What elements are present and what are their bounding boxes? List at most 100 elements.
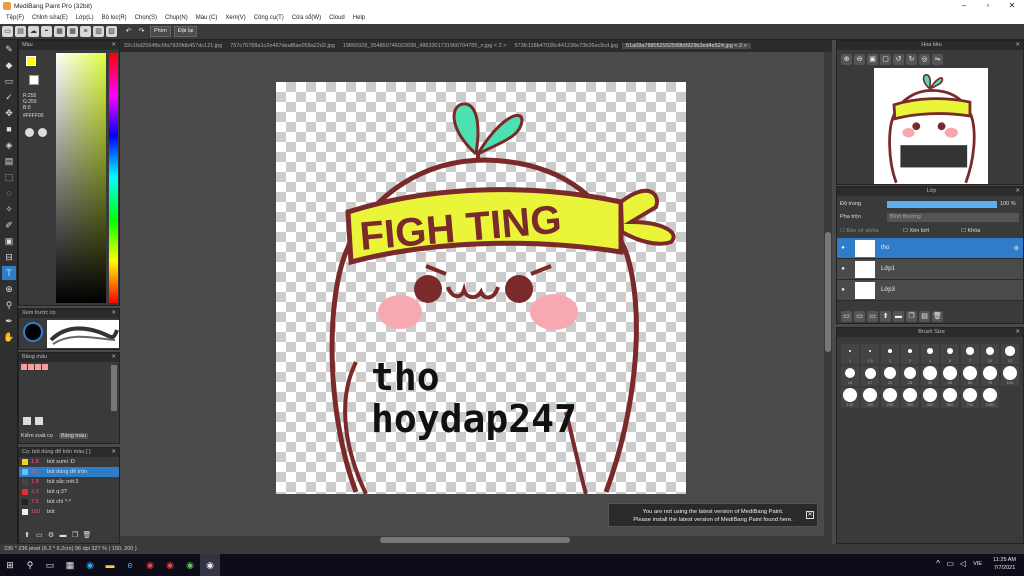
update-notice[interactable]: You are not using the latest version of …	[608, 503, 818, 527]
lasso-tool-icon[interactable]: ◌	[2, 186, 16, 200]
snap-off-button[interactable]: Đặt lại	[173, 26, 198, 37]
gradient-tool-icon[interactable]: ▤	[2, 154, 16, 168]
bg-color-swatch[interactable]	[29, 75, 39, 85]
brush-size-option[interactable]: 12	[1001, 344, 1019, 364]
undo-icon[interactable]: ↶	[123, 26, 134, 37]
new-layer3-icon[interactable]: ▭	[867, 311, 878, 322]
layer-row[interactable]: ● Lớp3	[837, 280, 1023, 301]
panel-icon[interactable]: ▥	[93, 26, 104, 37]
color-mode2-icon[interactable]	[38, 128, 47, 137]
hand-tool-icon[interactable]: ✋	[2, 330, 16, 344]
scroll-thumb[interactable]	[825, 232, 831, 352]
drawing-canvas[interactable]: FIGH TING tho hoydap247	[276, 82, 686, 494]
brush-size-option[interactable]: 50	[961, 366, 979, 386]
ie-icon[interactable]: e	[120, 554, 140, 576]
brush-item[interactable]: 3.3 bút q:3?	[19, 487, 119, 497]
palette-add-icon[interactable]	[23, 417, 31, 425]
brush-size-option[interactable]: 500	[941, 388, 959, 408]
opacity-slider[interactable]	[887, 201, 997, 208]
protect-alpha-checkbox[interactable]: ☐ Bảo vệ alpha	[840, 228, 879, 234]
canvas-horizontal-scrollbar[interactable]	[120, 536, 824, 544]
eraser-tool-icon[interactable]: ◆	[2, 58, 16, 72]
document-tab[interactable]: 22c16d2594fbc6fa7930fdb457dc121.jpg	[120, 43, 226, 49]
menu-item[interactable]: Lớp(L)	[76, 15, 94, 21]
fit-icon[interactable]: ▣	[867, 54, 878, 65]
eyedropper-icon[interactable]: ⚲	[2, 298, 16, 312]
cloud-icon[interactable]: ☁	[28, 26, 39, 37]
close-button[interactable]: ✕	[1000, 0, 1024, 12]
palette-delete-icon[interactable]	[35, 417, 43, 425]
menu-item[interactable]: Tệp(F)	[6, 15, 24, 21]
redo-icon[interactable]: ↷	[136, 26, 147, 37]
new-layer2-icon[interactable]: ▭	[854, 311, 865, 322]
menu-item[interactable]: Chụp(N)	[165, 15, 188, 21]
brush-size-option[interactable]: 30	[921, 366, 939, 386]
menu-item[interactable]: Chỉnh sửa(E)	[32, 15, 68, 21]
task-view-icon[interactable]: ▭	[40, 554, 60, 576]
actual-size-icon[interactable]: ▢	[880, 54, 891, 65]
layer-merge-icon[interactable]: ▤	[919, 311, 930, 322]
close-icon[interactable]: ✕	[1015, 41, 1020, 50]
magic-wand-icon[interactable]: ✧	[2, 202, 16, 216]
reset-rotate-icon[interactable]: ◎	[919, 54, 930, 65]
brush-size-option[interactable]: 5	[941, 344, 959, 364]
close-icon[interactable]: ✕	[111, 448, 116, 457]
close-icon[interactable]: ✕	[111, 353, 116, 362]
network-icon[interactable]: ▭	[946, 559, 954, 568]
zoom-out-icon[interactable]: ⊖	[854, 54, 865, 65]
brush-size-option[interactable]: 10	[981, 344, 999, 364]
rotate-left-icon[interactable]: ↺	[893, 54, 904, 65]
menu-item[interactable]: Help	[353, 15, 365, 21]
eye-icon[interactable]: ●	[837, 287, 849, 293]
brush-size-option[interactable]: 150	[841, 388, 859, 408]
menu-item[interactable]: Xem(V)	[225, 15, 245, 21]
grid2-icon[interactable]: ▦	[67, 26, 78, 37]
edge-icon[interactable]: ◉	[80, 554, 100, 576]
tab-brush-control[interactable]: Kiểm soát cọ	[21, 433, 53, 439]
minimize-button[interactable]: –	[952, 0, 976, 12]
brush-size-option[interactable]: 7	[961, 344, 979, 364]
store-icon[interactable]: ▦	[60, 554, 80, 576]
divide-tool-icon[interactable]: ⊟	[2, 250, 16, 264]
brush-trash-icon[interactable]: 🗑	[82, 531, 92, 541]
open-icon[interactable]: ▤	[15, 26, 26, 37]
menu-item[interactable]: Chọn(S)	[135, 15, 157, 21]
brush-tool-icon[interactable]: ✎	[2, 42, 16, 56]
move-tool-icon[interactable]: ✥	[2, 106, 16, 120]
layer-folder-icon[interactable]: ▬	[893, 311, 904, 322]
brush-size-option[interactable]: 4	[921, 344, 939, 364]
document-tab[interactable]: 51a09a788052932599b9929b3ed4e524.jpg < 2…	[622, 43, 751, 49]
menu-item[interactable]: Bộ lọc(R)	[102, 15, 127, 21]
eye-icon[interactable]: ●	[837, 245, 849, 251]
operation-tool-icon[interactable]: ⊕	[2, 282, 16, 296]
brush-size-option[interactable]: 70	[981, 366, 999, 386]
tray-chevron-icon[interactable]: ^	[936, 559, 940, 568]
canvas-vertical-scrollbar[interactable]	[824, 52, 832, 544]
layer-row[interactable]: ● tho ⚙	[837, 238, 1023, 259]
saturation-value-box[interactable]	[56, 53, 106, 303]
brush-size-option[interactable]: 700	[961, 388, 979, 408]
rotate-right-icon[interactable]: ↻	[906, 54, 917, 65]
brush-copy-icon[interactable]: ❐	[70, 531, 80, 541]
zoom-in-icon[interactable]: ⊕	[841, 54, 852, 65]
menu-item[interactable]: Cửa sổ(W)	[292, 15, 321, 21]
blend-select[interactable]: Bình thường	[887, 213, 1019, 222]
swatch[interactable]	[42, 364, 48, 370]
brush-size-option[interactable]: 300	[901, 388, 919, 408]
navigator-thumbnail[interactable]	[874, 68, 988, 184]
swatch[interactable]	[28, 364, 34, 370]
search-icon[interactable]: ⚲	[20, 554, 40, 576]
brush-size-option[interactable]: 400	[921, 388, 939, 408]
document-tab[interactable]: 757c76788a1c2e467deaf8ae058a22d2.jpg	[226, 43, 339, 49]
layer-delete-icon[interactable]: 🗑	[932, 311, 943, 322]
brush-size-option[interactable]: 100	[1001, 366, 1019, 386]
brush-size-option[interactable]: 2	[881, 344, 899, 364]
brush-folder-icon[interactable]: ▬	[58, 531, 68, 541]
menu-item[interactable]: Màu (C)	[196, 15, 218, 21]
layer-copy-icon[interactable]: ❐	[906, 311, 917, 322]
check-tool-icon[interactable]: ✓	[2, 90, 16, 104]
brush-size-option[interactable]: 250	[881, 388, 899, 408]
clock[interactable]: 11:25 AM 7/7/2021	[993, 556, 1016, 572]
close-icon[interactable]: ✕	[111, 41, 116, 50]
layer-settings-icon[interactable]: ⚙	[1014, 245, 1019, 252]
